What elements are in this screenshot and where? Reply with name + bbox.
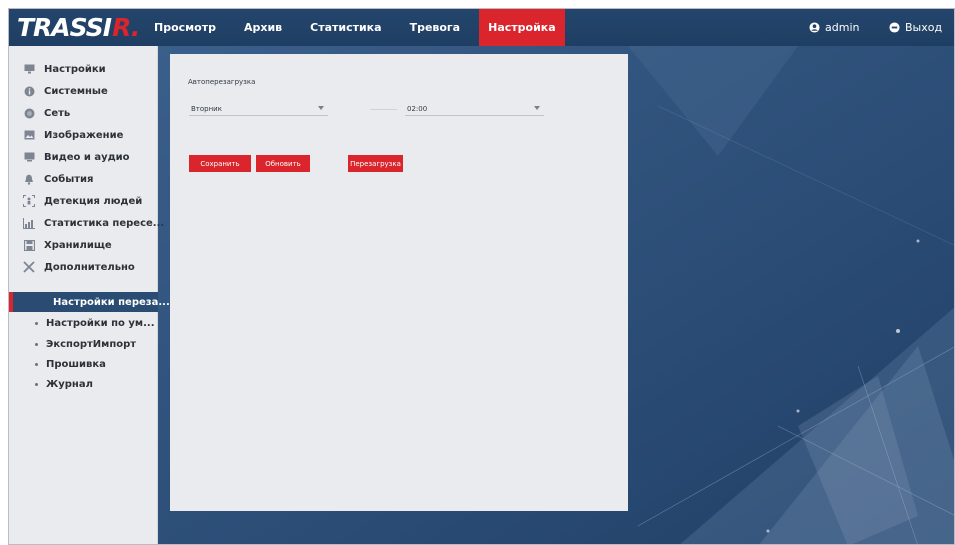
reboot-button[interactable]: Перезагрузка: [348, 155, 403, 172]
monitor-icon: [23, 63, 35, 75]
bullet-icon: [35, 342, 38, 346]
app-window: TRASSI R. Просмотр Архив Статистика Трево…: [8, 8, 955, 545]
tab-alarm[interactable]: Тревога: [401, 9, 470, 46]
sidebar-item-storage[interactable]: Хранилище: [9, 234, 158, 256]
logout-icon: [889, 22, 900, 33]
logout-label: Выход: [905, 21, 943, 34]
globe-icon: [23, 107, 35, 119]
video-icon: [23, 151, 35, 163]
sidebar-item-label: Детекция людей: [44, 195, 143, 207]
panel-title: Автоперезагрузка: [188, 78, 256, 86]
sidebar-item-label: Изображение: [44, 129, 124, 141]
sidebar-subitem-label: Прошивка: [46, 358, 106, 370]
sidebar-item-events[interactable]: События: [9, 168, 158, 190]
save-button[interactable]: Сохранить: [189, 155, 251, 172]
bullet-icon: [35, 382, 38, 386]
sidebar-item-label: Видео и аудио: [44, 151, 130, 163]
auto-reboot-panel: Автоперезагрузка Вторник 02:00 Сохранить…: [170, 54, 628, 511]
sidebar-item-people-detection[interactable]: Детекция людей: [9, 190, 158, 212]
storage-icon: [23, 239, 35, 251]
sidebar-subitem-firmware[interactable]: Прошивка: [9, 354, 158, 374]
trassir-logo: TRASSI R.: [17, 13, 140, 42]
sidebar-item-image[interactable]: Изображение: [9, 124, 158, 146]
sidebar-subitem-label: Журнал: [46, 378, 93, 390]
sidebar-subitem-reboot-settings[interactable]: Настройки переза...: [9, 292, 170, 312]
sidebar-subitem-export-import[interactable]: ЭкспортИмпорт: [9, 334, 158, 354]
bullet-icon: [35, 321, 38, 325]
tools-icon: [23, 261, 35, 273]
day-select[interactable]: Вторник: [189, 102, 328, 116]
day-select-value: Вторник: [191, 104, 222, 113]
tab-view[interactable]: Просмотр: [145, 9, 225, 46]
settings-sidebar: Настройки Системные Сеть Изображение Вид…: [9, 46, 170, 544]
tab-settings[interactable]: Настройка: [479, 9, 565, 46]
sidebar-item-advanced[interactable]: Дополнительно: [9, 256, 158, 278]
logo-text: TRASSI: [17, 13, 112, 42]
sidebar-item-label: Хранилище: [44, 239, 112, 251]
sidebar-subitem-default-settings[interactable]: Настройки по ум...: [9, 313, 158, 333]
user-icon: [809, 22, 820, 33]
time-select[interactable]: 02:00: [405, 102, 544, 116]
time-select-value: 02:00: [407, 104, 428, 113]
main-tabs: Просмотр Архив Статистика Тревога Настро…: [145, 9, 575, 46]
sidebar-item-system[interactable]: Системные: [9, 80, 158, 102]
sidebar-item-settings[interactable]: Настройки: [9, 58, 158, 80]
sidebar-item-label: Сеть: [44, 107, 71, 119]
chevron-down-icon: [534, 106, 540, 110]
username: admin: [825, 21, 860, 34]
tab-statistics[interactable]: Статистика: [301, 9, 390, 46]
logout-button[interactable]: Выход: [889, 9, 942, 46]
bell-icon: [23, 173, 35, 185]
bullet-icon: [35, 362, 38, 366]
sidebar-subitem-label: ЭкспортИмпорт: [46, 338, 137, 350]
refresh-button[interactable]: Обновить: [256, 155, 310, 172]
chevron-down-icon: [318, 106, 324, 110]
sidebar-item-video-audio[interactable]: Видео и аудио: [9, 146, 158, 168]
sidebar-subitem-log[interactable]: Журнал: [9, 374, 158, 394]
image-icon: [23, 129, 35, 141]
person-detect-icon: [23, 195, 35, 207]
tab-archive[interactable]: Архив: [235, 9, 291, 46]
chart-icon: [23, 217, 35, 229]
sidebar-item-network[interactable]: Сеть: [9, 102, 158, 124]
sidebar-item-label: Настройки: [44, 63, 106, 75]
divider: [370, 109, 397, 110]
sidebar-item-label: Дополнительно: [44, 261, 135, 273]
sidebar-item-label: Статистика пересе...: [44, 217, 165, 229]
sidebar-subitem-label: Настройки переза...: [53, 296, 170, 308]
user-menu[interactable]: admin: [809, 9, 859, 46]
sidebar-item-label: События: [44, 173, 94, 185]
logo-accent: R.: [112, 13, 140, 42]
sidebar-item-crossing-stats[interactable]: Статистика пересе...: [9, 212, 164, 234]
top-navigation-bar: TRASSI R. Просмотр Архив Статистика Трево…: [9, 9, 954, 46]
sidebar-subitem-label: Настройки по ум...: [46, 317, 155, 329]
sidebar-item-label: Системные: [44, 85, 108, 97]
info-icon: [23, 85, 35, 97]
